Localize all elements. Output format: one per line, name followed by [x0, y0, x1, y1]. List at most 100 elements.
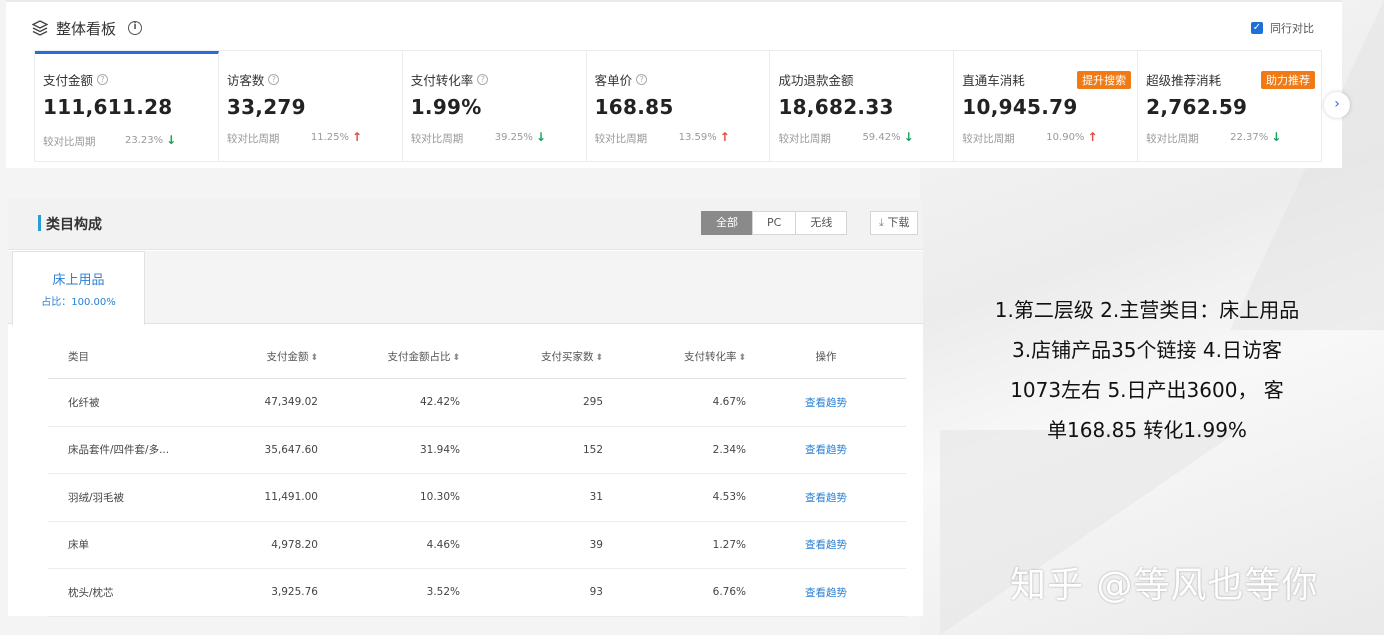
metric-card[interactable]: 直通车消耗 提升搜索 10,945.79 较对比周期 10.90% ↑	[954, 51, 1139, 161]
cell-share: 3.52%	[426, 586, 460, 599]
table-body: 化纤被 47,349.02 42.42% 295 4.67% 查看趋势 床品套件/四件套/多…	[48, 379, 906, 617]
segment-all[interactable]: 全部	[701, 211, 753, 235]
metric-label-text: 访客数	[226, 72, 265, 88]
cell-conversion: 1.27%	[712, 538, 746, 551]
col-share[interactable]: 支付金额占比 ⬍	[318, 349, 460, 364]
help-icon[interactable]: ?	[636, 73, 648, 85]
download-label: 下载	[887, 216, 910, 229]
metric-change: 22.37% ↓	[1230, 130, 1281, 144]
tab-bedding[interactable]: 床上用品 占比：100.00%	[12, 251, 145, 325]
metric-card[interactable]: 客单价? 168.85 较对比周期 13.59% ↑	[587, 51, 771, 161]
peer-compare-toggle[interactable]: ✓ 同行对比	[1251, 20, 1314, 36]
col-label: 支付买家数	[540, 350, 594, 363]
tab-share: 占比：100.00%	[41, 297, 116, 308]
col-action: 操作	[815, 350, 837, 363]
peer-compare-label: 同行对比	[1270, 22, 1314, 35]
metric-label-text: 直通车消耗	[962, 72, 1025, 88]
download-icon: ⤓	[879, 216, 884, 229]
col-conversion[interactable]: 支付转化率 ⬍	[603, 349, 746, 364]
metric-label: 支付转化率?	[410, 71, 586, 88]
sort-icon[interactable]: ⬍	[738, 353, 746, 363]
cell-conversion: 6.76%	[712, 586, 746, 599]
arrow-up-icon: ↑	[719, 130, 730, 144]
metric-card[interactable]: 成功退款金额 18,682.33 较对比周期 59.42% ↓	[770, 51, 955, 161]
col-label: 支付转化率	[683, 350, 737, 363]
table-row: 床单 4,978.20 4.46% 39 1.27% 查看趋势	[48, 522, 906, 569]
cell-buyers: 295	[582, 396, 603, 409]
view-trend-link[interactable]: 查看趋势	[746, 585, 906, 600]
cell-amount: 3,925.76	[271, 586, 318, 599]
annotation-line: 3.店铺产品35个链接 4.日访客	[1012, 338, 1282, 362]
metric-value: 2,762.59	[1146, 95, 1248, 119]
metric-card[interactable]: 支付金额? 111,611.28 较对比周期 23.23% ↓	[35, 51, 219, 161]
cell-amount: 4,978.20	[271, 538, 318, 551]
metric-label: 支付金额?	[43, 71, 218, 88]
title-accent-bar	[38, 215, 41, 231]
chevron-right-icon[interactable]: ›	[1324, 92, 1350, 118]
sort-icon[interactable]: ⬍	[452, 353, 460, 363]
cell-category: 床品套件/四件套/多...	[68, 444, 170, 457]
metric-change: 11.25% ↑	[311, 130, 362, 144]
view-trend-label[interactable]: 查看趋势	[805, 444, 847, 456]
sort-icon[interactable]: ⬍	[310, 353, 318, 363]
metric-change: 13.59% ↑	[679, 130, 730, 144]
metric-value: 168.85	[594, 95, 674, 119]
help-icon[interactable]: ?	[97, 73, 109, 85]
cell-buyers: 152	[582, 443, 603, 456]
cell-amount: 47,349.02	[264, 396, 318, 409]
metric-value: 33,279	[226, 95, 306, 119]
view-trend-label[interactable]: 查看趋势	[805, 492, 847, 504]
table-row: 枕头/枕芯 3,925.76 3.52% 93 6.76% 查看趋势	[48, 569, 906, 617]
compare-label: 较对比周期	[410, 133, 464, 145]
cell-share: 42.42%	[419, 396, 460, 409]
view-trend-link[interactable]: 查看趋势	[746, 490, 906, 505]
cell-amount: 11,491.00	[264, 491, 318, 504]
download-button[interactable]: ⤓ 下载	[870, 211, 919, 235]
view-trend-link[interactable]: 查看趋势	[746, 537, 906, 552]
checkbox-checked-icon[interactable]: ✓	[1251, 22, 1263, 34]
help-icon[interactable]: ?	[268, 73, 280, 85]
change-value: 22.37%	[1230, 131, 1269, 143]
compare-label: 较对比周期	[594, 133, 648, 145]
help-icon[interactable]: ?	[477, 73, 489, 85]
arrow-down-icon: ↓	[1271, 130, 1282, 144]
category-panel: 类目构成 全部 PC 无线 ⤓ 下载 床上用品 占比：100.00% 类目 支付…	[8, 198, 923, 617]
cell-buyers: 31	[589, 491, 603, 504]
view-trend-link[interactable]: 查看趋势	[746, 442, 906, 457]
metric-label-text: 支付转化率	[410, 72, 474, 88]
change-value: 59.42%	[862, 131, 901, 143]
col-amount[interactable]: 支付金额 ⬍	[198, 349, 318, 364]
metric-badge[interactable]: 助力推荐	[1261, 71, 1316, 89]
category-table: 类目 支付金额 ⬍ 支付金额占比 ⬍ 支付买家数 ⬍ 支付转化率 ⬍ 操作 化纤被 47,…	[48, 334, 906, 617]
metrics-row: 支付金额? 111,611.28 较对比周期 23.23% ↓ 访客数? 33,279 较对比…	[34, 50, 1322, 162]
compare-label: 较对比周期	[778, 133, 831, 145]
view-trend-label[interactable]: 查看趋势	[805, 539, 847, 551]
metric-card[interactable]: 访客数? 33,279 较对比周期 11.25% ↑	[219, 51, 403, 161]
change-value: 13.59%	[678, 131, 717, 143]
change-value: 11.25%	[310, 131, 349, 143]
metric-label-text: 成功退款金额	[778, 72, 854, 88]
metric-label: 客单价?	[595, 71, 770, 88]
metric-value: 10,945.79	[962, 95, 1078, 119]
view-trend-link[interactable]: 查看趋势	[746, 395, 906, 410]
cell-conversion: 2.34%	[712, 443, 746, 456]
view-trend-label[interactable]: 查看趋势	[805, 397, 847, 409]
device-segment-control: 全部 PC 无线	[701, 211, 848, 235]
metric-badge[interactable]: 提升搜索	[1077, 71, 1132, 89]
segment-pc[interactable]: PC	[752, 211, 797, 235]
metric-value: 18,682.33	[778, 95, 894, 119]
cell-category: 床单	[68, 539, 89, 552]
compare-label: 较对比周期	[43, 136, 96, 148]
metric-card[interactable]: 支付转化率? 1.99% 较对比周期 39.25% ↓	[403, 51, 587, 161]
compare-label: 较对比周期	[1146, 133, 1199, 145]
info-icon[interactable]: i	[128, 21, 143, 35]
segment-wireless[interactable]: 无线	[795, 211, 848, 235]
annotation-text: 1.第二层级 2.主营类目：床上用品 3.店铺产品35个链接 4.日访客 107…	[972, 296, 1322, 456]
col-label: 支付金额占比	[387, 350, 451, 363]
metric-value: 111,611.28	[43, 95, 173, 119]
metric-card[interactable]: 超级推荐消耗 助力推荐 2,762.59 较对比周期 22.37% ↓	[1138, 51, 1321, 161]
col-buyers[interactable]: 支付买家数 ⬍	[460, 349, 603, 364]
layers-icon	[32, 20, 48, 36]
view-trend-label[interactable]: 查看趋势	[805, 587, 847, 599]
sort-icon[interactable]: ⬍	[595, 353, 603, 363]
